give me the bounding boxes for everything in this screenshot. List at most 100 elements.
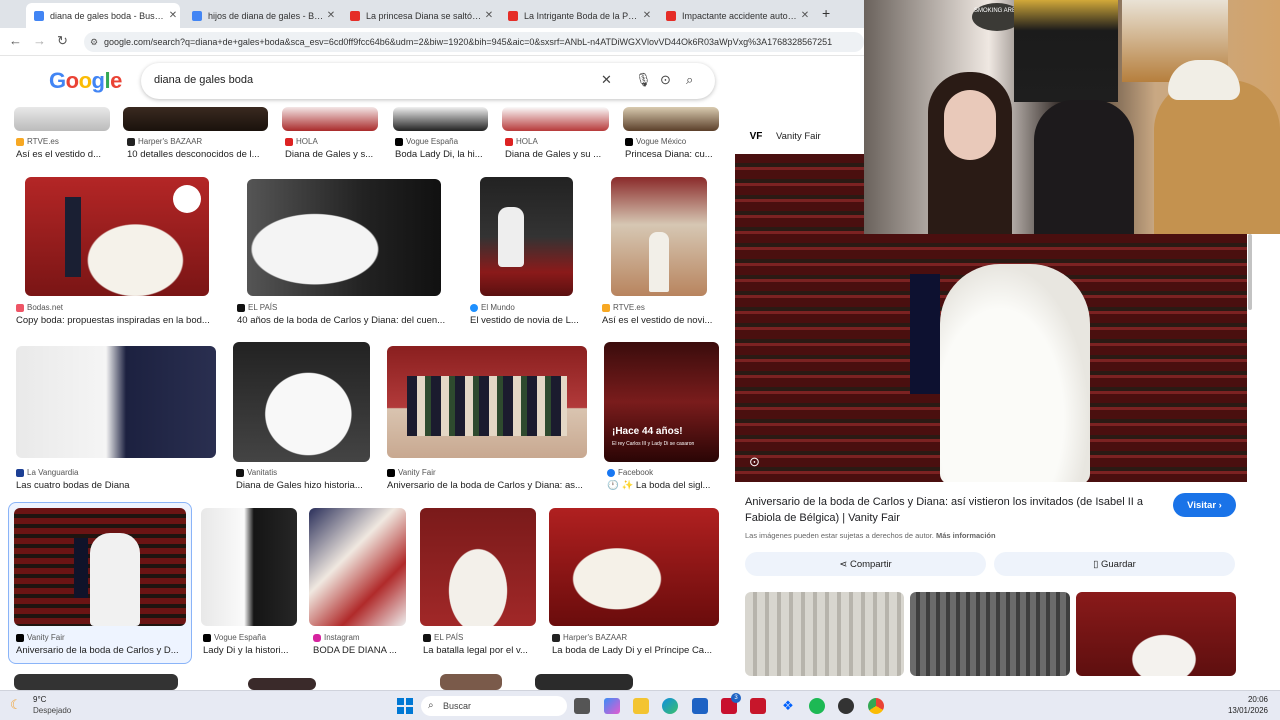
image-thumbnail[interactable] <box>387 346 587 458</box>
edge-icon[interactable] <box>662 698 678 714</box>
search-icon: ⌕ <box>428 700 434 711</box>
file-explorer-icon[interactable] <box>633 698 649 714</box>
forward-arrow-icon[interactable]: → <box>33 33 46 48</box>
image-thumbnail[interactable] <box>282 107 378 131</box>
image-thumbnail[interactable] <box>233 342 370 462</box>
dropbox-icon[interactable]: ❖ <box>780 698 796 714</box>
tab-label: La Intrigante Boda de la Prince <box>524 10 640 21</box>
image-caption[interactable]: Las cuatro bodas de Diana <box>16 480 216 491</box>
panel-scrollbar[interactable] <box>1248 234 1252 310</box>
image-thumbnail[interactable] <box>309 508 406 626</box>
reload-icon[interactable]: ↻ <box>57 33 68 49</box>
store-icon[interactable] <box>692 698 708 714</box>
image-thumbnail[interactable] <box>393 107 488 131</box>
image-thumbnail[interactable] <box>549 508 719 626</box>
image-thumbnail[interactable] <box>420 508 536 626</box>
url-bar[interactable]: ⚙ google.com/search?q=diana+de+gales+bod… <box>84 32 864 52</box>
image-thumbnail[interactable] <box>14 508 186 626</box>
windows-start-icon[interactable] <box>397 698 413 714</box>
shield-icon[interactable] <box>750 698 766 714</box>
image-caption[interactable]: Aniversario de la boda de Carlos y Diana… <box>387 480 592 491</box>
groom-figure <box>74 538 88 598</box>
image-thumbnail[interactable] <box>480 177 573 296</box>
new-tab-button[interactable]: + <box>822 5 830 21</box>
search-icon[interactable]: ⌕ <box>686 72 693 88</box>
person-left-face <box>944 90 996 160</box>
close-tab-icon[interactable]: ✕ <box>640 10 654 21</box>
panel-source-name[interactable]: Vanity Fair <box>776 131 821 142</box>
image-caption[interactable]: La batalla legal por el v... <box>423 645 538 656</box>
image-source: Harper's BAZAAR <box>127 137 202 146</box>
image-caption[interactable]: BODA DE DIANA ... <box>313 645 408 656</box>
back-arrow-icon[interactable]: ← <box>9 33 22 48</box>
image-thumbnail[interactable] <box>16 346 216 458</box>
image-caption[interactable]: Lady Di y la histori... <box>203 645 298 656</box>
image-caption[interactable]: La boda de Lady Di y el Príncipe Ca... <box>552 645 717 656</box>
image-thumbnail[interactable] <box>248 678 316 690</box>
clear-search-icon[interactable]: ✕ <box>601 72 612 88</box>
weather-temp[interactable]: 9°C <box>33 695 46 704</box>
image-caption[interactable]: Aniversario de la boda de Carlos y D... <box>16 645 186 656</box>
image-thumbnail[interactable]: ¡Hace 44 años! El rey Carlos III y Lady … <box>604 342 719 462</box>
image-caption[interactable]: Así es el vestido de novi... <box>602 315 712 326</box>
image-thumbnail[interactable] <box>14 674 178 690</box>
lens-search-icon[interactable]: ⊙ <box>749 454 760 470</box>
tab-google-search-hijos[interactable]: hijos de diana de gales - Busca ✕ <box>184 3 338 28</box>
image-thumbnail[interactable] <box>440 674 502 690</box>
clock-time[interactable]: 20:06 <box>1214 695 1268 704</box>
site-info-icon[interactable]: ⚙ <box>90 32 98 52</box>
image-caption[interactable]: Diana de Gales y su ... <box>505 149 610 160</box>
bride-figure <box>90 533 140 626</box>
clock-date[interactable]: 13/01/2026 <box>1214 706 1268 715</box>
close-tab-icon[interactable]: ✕ <box>482 10 496 21</box>
related-image[interactable] <box>745 592 904 676</box>
more-info-link[interactable]: Más información <box>936 531 996 540</box>
dress-figure <box>649 232 669 292</box>
image-thumbnail[interactable] <box>14 107 110 131</box>
image-thumbnail[interactable] <box>123 107 268 131</box>
panel-title[interactable]: Aniversario de la boda de Carlos y Diana… <box>745 494 1165 526</box>
image-caption[interactable]: 40 años de la boda de Carlos y Diana: de… <box>237 315 447 326</box>
image-caption[interactable]: Copy boda: propuestas inspiradas en la b… <box>16 315 216 326</box>
share-button[interactable]: ⋖ Compartir <box>745 552 986 576</box>
lens-icon[interactable]: ⊙ <box>660 72 671 88</box>
google-logo[interactable]: Google <box>49 68 122 94</box>
image-thumbnail[interactable] <box>25 177 209 296</box>
image-thumbnail[interactable] <box>502 107 609 131</box>
tab-youtube-boda[interactable]: La Intrigante Boda de la Prince ✕ <box>500 3 654 28</box>
image-caption[interactable]: 🕛 ✨ La boda del sigl... <box>607 480 717 491</box>
search-box[interactable]: diana de gales boda ✕ 🎙 ⊙ ⌕ <box>141 63 715 99</box>
search-input[interactable]: diana de gales boda <box>154 74 253 86</box>
image-caption[interactable]: Diana de Gales y s... <box>285 149 380 160</box>
close-tab-icon[interactable]: ✕ <box>166 10 180 21</box>
app-l-icon[interactable]: 3 <box>721 693 741 714</box>
image-caption[interactable]: Princesa Diana: cu... <box>625 149 725 160</box>
obs-icon[interactable] <box>838 698 854 714</box>
image-thumbnail[interactable] <box>611 177 707 296</box>
related-image[interactable] <box>1076 592 1236 676</box>
image-caption[interactable]: Así es el vestido d... <box>16 149 116 160</box>
image-caption[interactable]: Diana de Gales hizo historia... <box>236 480 376 491</box>
chrome-icon[interactable] <box>868 698 884 714</box>
close-tab-icon[interactable]: ✕ <box>324 10 338 21</box>
image-caption[interactable]: El vestido de novia de L... <box>470 315 585 326</box>
weather-desc[interactable]: Despejado <box>33 706 71 715</box>
image-thumbnail[interactable] <box>623 107 719 131</box>
spotify-icon[interactable] <box>809 698 825 714</box>
tab-youtube-princesa[interactable]: La princesa Diana se saltó el pr ✕ <box>342 3 496 28</box>
image-caption[interactable]: 10 detalles desconocidos de l... <box>127 149 267 160</box>
tab-youtube-accidente[interactable]: Impactante accidente automov ✕ <box>658 3 812 28</box>
image-thumbnail[interactable] <box>535 674 633 690</box>
copilot-icon[interactable] <box>604 698 620 714</box>
image-thumbnail[interactable] <box>201 508 297 626</box>
image-thumbnail[interactable] <box>247 179 441 296</box>
related-image[interactable] <box>910 592 1070 676</box>
taskbar-search[interactable]: ⌕ Buscar <box>421 696 567 716</box>
visit-button[interactable]: Visitar › <box>1173 493 1236 517</box>
close-tab-icon[interactable]: ✕ <box>798 10 812 21</box>
microphone-icon[interactable]: 🎙 <box>635 72 652 88</box>
task-view-icon[interactable] <box>574 698 590 714</box>
save-button[interactable]: ▯ Guardar <box>994 552 1235 576</box>
tab-google-search-diana[interactable]: diana de gales boda - Buscar c ✕ <box>26 3 180 28</box>
image-caption[interactable]: Boda Lady Di, la hi... <box>395 149 495 160</box>
